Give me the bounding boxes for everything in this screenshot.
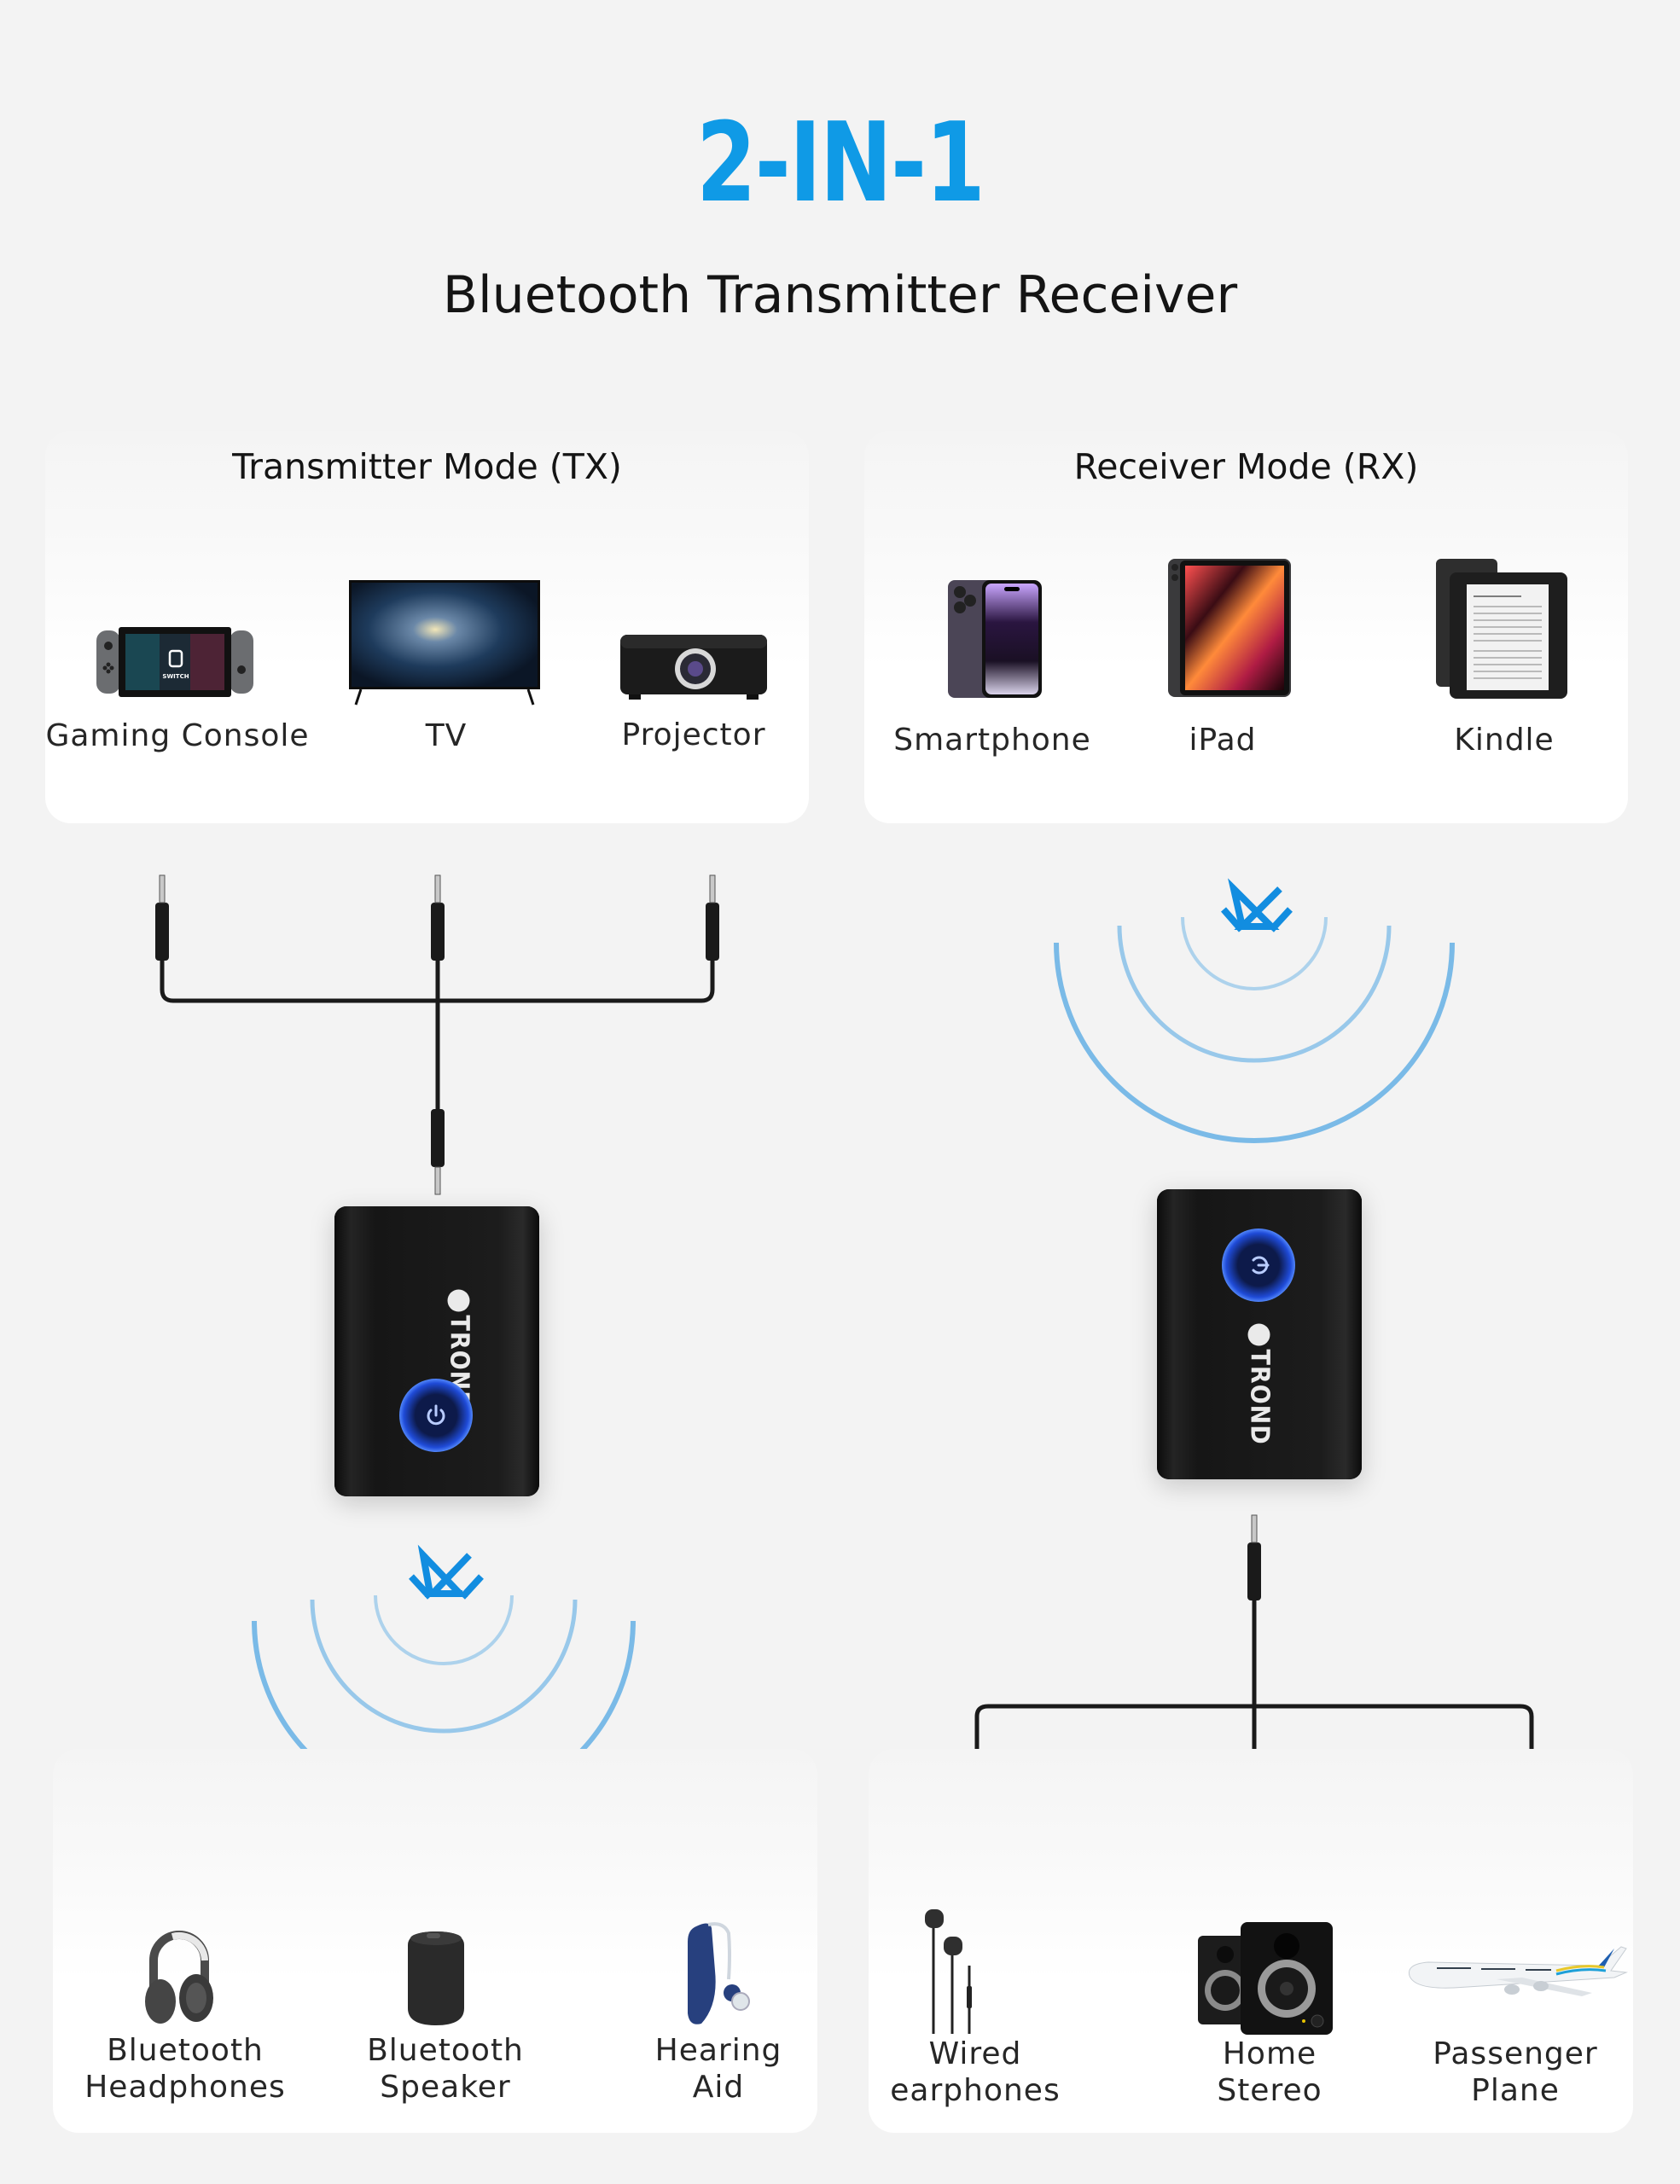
rx-outputs-card: Wired earphones Home Stereo Passenger Pl… (869, 1749, 1633, 2133)
output-item-wired-earphones: Wired earphones (869, 1908, 1082, 2121)
output-label-line2: Plane (1471, 2073, 1560, 2108)
output-label-line2: Speaker (380, 2070, 511, 2105)
output-label: Home Stereo (1142, 2036, 1398, 2109)
output-label-line1: Bluetooth (107, 2033, 264, 2068)
output-item-hearing-aid: Hearing Aid (625, 1920, 812, 2116)
headphones-icon (145, 1931, 213, 2024)
output-label-line1: Hearing (654, 2033, 782, 2068)
output-item-home-stereo: Home Stereo (1142, 1920, 1398, 2121)
earphones-icon (925, 1909, 972, 2034)
output-label-line2: Aid (692, 2070, 745, 2105)
tx-outputs-card: Bluetooth Headphones Bluetooth Speaker H… (53, 1749, 817, 2133)
output-label-line1: Passenger (1433, 2036, 1598, 2071)
output-label-line1: Bluetooth (367, 2033, 524, 2068)
output-label: Bluetooth Headphones (53, 2032, 317, 2106)
airplane-icon (1408, 1946, 1628, 1996)
output-item-passenger-plane: Passenger Plane (1398, 1920, 1633, 2121)
output-label: Bluetooth Speaker (334, 2032, 556, 2106)
output-label-line2: Headphones (84, 2070, 286, 2105)
output-label-line2: Stereo (1217, 2073, 1322, 2108)
output-label: Passenger Plane (1398, 2036, 1633, 2109)
stereo-speakers-icon (1198, 1922, 1333, 2035)
output-label: Wired earphones (869, 2036, 1082, 2109)
output-label-line1: Home (1222, 2036, 1317, 2071)
speaker-icon (408, 1931, 464, 2025)
output-label-line1: Wired (928, 2036, 1022, 2071)
output-label-line2: earphones (890, 2073, 1061, 2108)
hearing-aid-icon (688, 1922, 750, 2024)
output-label: Hearing Aid (625, 2032, 812, 2106)
output-item-bluetooth-speaker: Bluetooth Speaker (334, 1920, 556, 2116)
output-item-bluetooth-headphones: Bluetooth Headphones (53, 1920, 317, 2116)
